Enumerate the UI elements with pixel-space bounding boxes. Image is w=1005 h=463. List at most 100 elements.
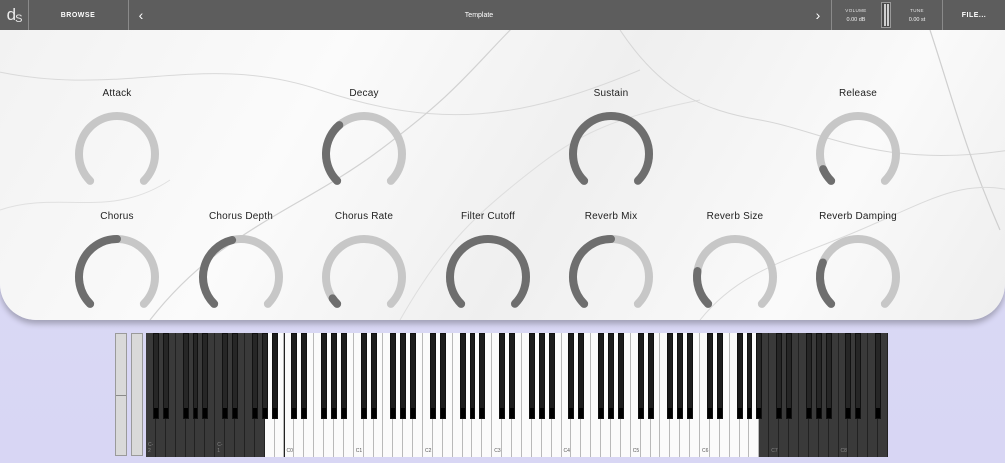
knob-value-arc: [322, 121, 344, 185]
key-tip: [262, 408, 267, 418]
black-key[interactable]: [687, 333, 694, 419]
black-key[interactable]: [677, 333, 684, 419]
previous-preset-icon[interactable]: ‹: [130, 0, 152, 30]
black-key[interactable]: [736, 333, 743, 419]
black-key[interactable]: [222, 333, 229, 419]
reverb-damping-dial[interactable]: [812, 231, 904, 320]
knob-label: Chorus Rate: [334, 211, 394, 222]
black-key[interactable]: [162, 333, 169, 419]
black-key[interactable]: [509, 333, 516, 419]
black-key[interactable]: [786, 333, 793, 419]
black-key[interactable]: [647, 333, 654, 419]
black-key[interactable]: [805, 333, 812, 419]
black-key[interactable]: [182, 333, 189, 419]
black-key[interactable]: [459, 333, 466, 419]
black-key[interactable]: [360, 333, 367, 419]
black-key[interactable]: [479, 333, 486, 419]
black-key[interactable]: [331, 333, 337, 419]
file-menu-button[interactable]: FILE...: [943, 0, 1005, 30]
sustain-dial[interactable]: [565, 108, 657, 200]
knob-sustain[interactable]: Sustain: [561, 88, 661, 200]
piano-keyboard[interactable]: C-2 C-1 C0 C1 C2 C3 C4 C5 C6 C7 C8: [146, 333, 888, 457]
preset-name[interactable]: Template: [152, 0, 806, 30]
black-key[interactable]: [400, 333, 407, 419]
black-key[interactable]: [261, 333, 268, 419]
black-key[interactable]: [251, 333, 258, 419]
black-key[interactable]: [291, 333, 298, 419]
key-tip: [332, 408, 336, 418]
black-key[interactable]: [152, 333, 159, 419]
key-tip: [391, 408, 396, 418]
black-key[interactable]: [598, 333, 605, 419]
black-key[interactable]: [568, 333, 575, 419]
black-key[interactable]: [845, 333, 852, 419]
black-key[interactable]: [637, 333, 644, 419]
knob-reverb-size[interactable]: Reverb Size: [685, 211, 785, 320]
filter-cutoff-dial[interactable]: [442, 231, 534, 320]
black-key[interactable]: [716, 333, 723, 419]
black-key[interactable]: [340, 333, 347, 419]
key-tip: [876, 408, 881, 418]
key-tip: [371, 408, 376, 418]
chorus-depth-dial[interactable]: [195, 231, 287, 320]
black-key[interactable]: [301, 333, 308, 419]
black-key[interactable]: [232, 333, 238, 419]
attack-dial[interactable]: [71, 108, 163, 200]
black-key[interactable]: [271, 333, 278, 419]
black-key[interactable]: [756, 333, 763, 419]
black-key[interactable]: [776, 333, 783, 419]
black-key[interactable]: [469, 333, 476, 419]
chorus-dial[interactable]: [71, 231, 163, 320]
black-key[interactable]: [875, 333, 882, 419]
reverb-mix-dial[interactable]: [565, 231, 657, 320]
knob-reverb-damping[interactable]: Reverb Damping: [808, 211, 908, 320]
knob-chorus-rate[interactable]: Chorus Rate: [314, 211, 414, 320]
black-key[interactable]: [439, 333, 446, 419]
level-meter: [881, 2, 891, 28]
black-key[interactable]: [746, 333, 753, 419]
release-dial[interactable]: [812, 108, 904, 200]
knob-value-arc: [819, 165, 836, 185]
reverb-size-dial[interactable]: [689, 231, 781, 320]
octave-label: C4: [563, 448, 570, 454]
black-key[interactable]: [410, 333, 417, 419]
octave-label: C6: [702, 448, 709, 454]
knob-chorus[interactable]: Chorus: [67, 211, 167, 320]
black-key[interactable]: [192, 333, 199, 419]
key-tip: [470, 408, 475, 418]
pitch-wheel[interactable]: [115, 333, 127, 456]
black-key[interactable]: [706, 333, 713, 419]
knob-attack[interactable]: Attack: [67, 88, 167, 200]
black-key[interactable]: [548, 333, 555, 419]
knob-track: [322, 235, 406, 308]
knob-release[interactable]: Release: [808, 88, 908, 200]
browse-button[interactable]: BROWSE: [29, 0, 127, 30]
black-key[interactable]: [321, 333, 328, 419]
black-key[interactable]: [429, 333, 436, 419]
black-key[interactable]: [608, 333, 614, 419]
black-key[interactable]: [202, 333, 209, 419]
knob-filter-cutoff[interactable]: Filter Cutoff: [438, 211, 538, 320]
tune-control[interactable]: TUNE 0.00 st: [893, 0, 941, 30]
black-key[interactable]: [617, 333, 624, 419]
black-key[interactable]: [825, 333, 832, 419]
black-key[interactable]: [370, 333, 377, 419]
black-key[interactable]: [499, 333, 506, 419]
knob-decay[interactable]: Decay: [314, 88, 414, 200]
volume-control[interactable]: VOLUME 0.00 dB: [832, 0, 880, 30]
knob-reverb-mix[interactable]: Reverb Mix: [561, 211, 661, 320]
black-key[interactable]: [528, 333, 535, 419]
mod-wheel[interactable]: [131, 333, 143, 456]
black-key[interactable]: [815, 333, 822, 419]
key-tip: [302, 408, 307, 418]
decay-dial[interactable]: [318, 108, 410, 200]
black-key[interactable]: [667, 333, 674, 419]
black-key[interactable]: [578, 333, 585, 419]
next-preset-icon[interactable]: ›: [807, 0, 829, 30]
chorus-rate-dial[interactable]: [318, 231, 410, 320]
knob-chorus-depth[interactable]: Chorus Depth: [191, 211, 291, 320]
black-key[interactable]: [390, 333, 397, 419]
knob-value-arc: [328, 294, 342, 308]
black-key[interactable]: [855, 333, 862, 419]
black-key[interactable]: [538, 333, 545, 419]
